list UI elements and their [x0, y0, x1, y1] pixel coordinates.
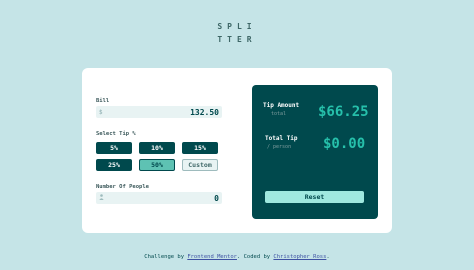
- people-value: 0: [214, 193, 219, 203]
- tip-amount-title: Tip Amount: [263, 102, 300, 109]
- people-label: Number Of People: [96, 184, 149, 190]
- tip-amount-value: $66.25: [318, 104, 369, 120]
- attribution-suffix: .: [326, 254, 330, 260]
- total-value: $0.00: [323, 136, 366, 152]
- attribution: Challenge by Frontend Mentor. Coded by C…: [0, 254, 474, 260]
- tip-amount-sub: total: [271, 111, 287, 117]
- total-title: Total Tip: [265, 135, 298, 142]
- tip-button-25[interactable]: 25%: [96, 159, 132, 171]
- bill-input[interactable]: $ 132.50: [96, 106, 222, 118]
- bill-label: Bill: [96, 98, 110, 104]
- frontend-mentor-link[interactable]: Frontend Mentor: [187, 254, 237, 260]
- person-icon: [99, 194, 104, 202]
- app-logo: SPLI TTER: [0, 20, 474, 46]
- people-input[interactable]: 0: [96, 192, 222, 204]
- author-link[interactable]: Christopher Ross: [273, 254, 326, 260]
- total-sub: / person: [267, 144, 292, 150]
- tip-button-50[interactable]: 50%: [139, 159, 175, 171]
- bill-value: 132.50: [190, 107, 219, 117]
- attribution-middle: . Coded by: [236, 254, 274, 260]
- logo-line-2: TTER: [217, 35, 257, 44]
- logo-line-1: SPLI: [217, 22, 257, 31]
- tip-custom-input[interactable]: Custom: [182, 159, 218, 171]
- tip-button-15[interactable]: 15%: [182, 142, 218, 154]
- attribution-prefix: Challenge by: [144, 254, 188, 260]
- reset-button[interactable]: Reset: [265, 191, 364, 203]
- tip-button-5[interactable]: 5%: [96, 142, 132, 154]
- dollar-icon: $: [99, 108, 103, 116]
- result-panel: Tip Amount total $66.25 Total Tip / pers…: [252, 85, 378, 219]
- select-tip-label: Select Tip %: [96, 131, 136, 137]
- tip-button-10[interactable]: 10%: [139, 142, 175, 154]
